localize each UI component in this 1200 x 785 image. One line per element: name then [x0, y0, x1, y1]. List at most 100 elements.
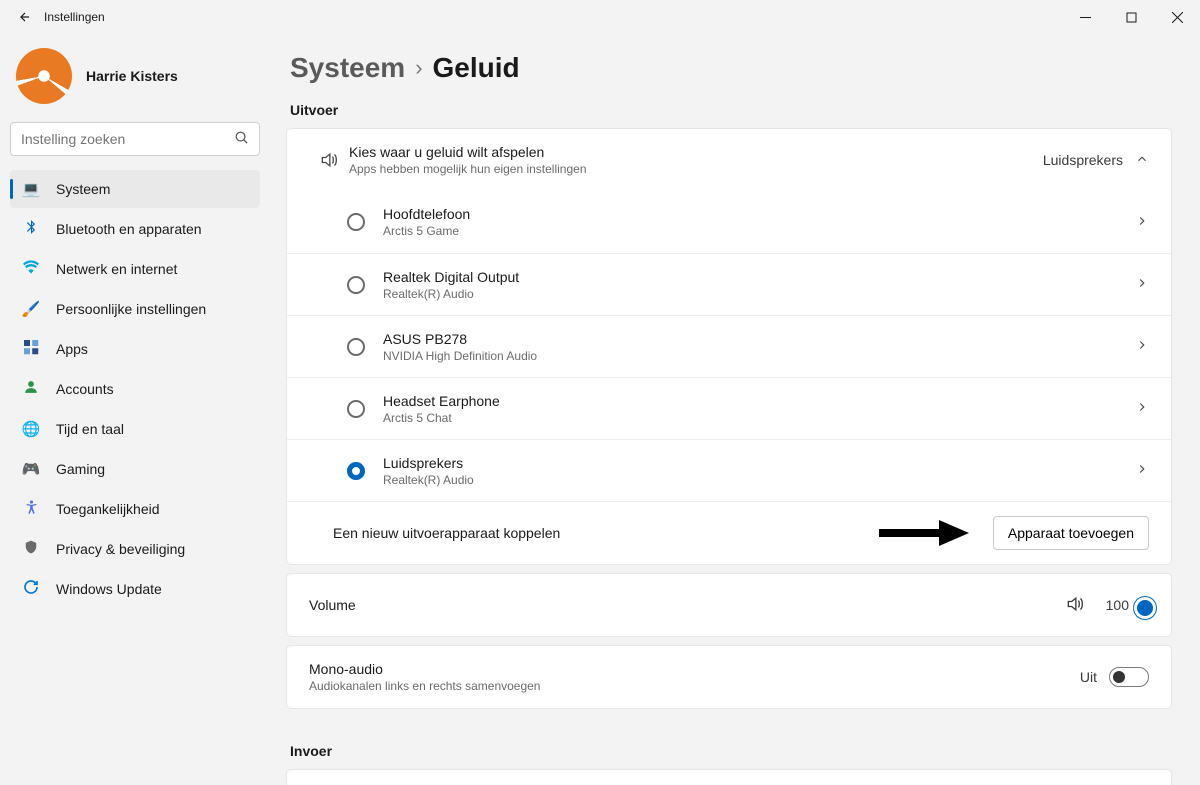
chevron-right-icon: ›	[415, 55, 422, 81]
output-device-list: Hoofdtelefoon Arctis 5 Game Realtek Digi…	[287, 191, 1171, 501]
output-device-card: Kies waar u geluid wilt afspelen Apps he…	[286, 128, 1172, 565]
sidebar-item-label: Bluetooth en apparaten	[56, 221, 202, 237]
input-device-card: Een apparaat kiezen voor spreken of opne…	[286, 769, 1172, 785]
chevron-up-icon	[1135, 152, 1149, 169]
mono-toggle[interactable]	[1109, 667, 1149, 687]
maximize-button[interactable]	[1108, 0, 1154, 34]
mono-audio-row[interactable]: Mono-audio Audiokanalen links en rechts …	[287, 646, 1171, 708]
input-chooser-row[interactable]: Een apparaat kiezen voor spreken of opne…	[287, 770, 1171, 785]
device-name: Headset Earphone	[383, 393, 1135, 409]
chevron-right-icon[interactable]	[1135, 214, 1149, 231]
output-volume-row[interactable]: Volume 100	[287, 574, 1171, 636]
app-title: Instellingen	[44, 10, 105, 24]
brush-icon: 🖌️	[20, 300, 42, 318]
back-button[interactable]	[12, 4, 38, 30]
sidebar-item-label: Apps	[56, 341, 88, 357]
mono-audio-card: Mono-audio Audiokanalen links en rechts …	[286, 645, 1172, 709]
bluetooth-icon	[20, 219, 42, 239]
sidebar-item-label: Gaming	[56, 461, 105, 477]
profile[interactable]: Harrie Kisters	[10, 40, 260, 122]
device-sub: Arctis 5 Game	[383, 224, 1135, 238]
radio-icon[interactable]	[347, 400, 365, 418]
sidebar-item-label: Persoonlijke instellingen	[56, 301, 206, 317]
radio-icon-selected[interactable]	[347, 462, 365, 480]
output-chooser-title: Kies waar u geluid wilt afspelen	[349, 144, 1043, 160]
pair-output-row: Een nieuw uitvoerapparaat koppelen Appar…	[287, 501, 1171, 564]
volume-value: 100	[1095, 597, 1129, 613]
device-sub: NVIDIA High Definition Audio	[383, 349, 1135, 363]
device-sub: Realtek(R) Audio	[383, 473, 1135, 487]
main-content: Systeem › Geluid Uitvoer Kies waar u gel…	[270, 34, 1200, 785]
device-sub: Arctis 5 Chat	[383, 411, 1135, 425]
system-icon: 💻	[20, 180, 42, 198]
breadcrumb: Systeem › Geluid	[286, 52, 1172, 84]
output-volume-card: Volume 100	[286, 573, 1172, 637]
shield-icon	[20, 539, 42, 559]
window-controls	[1062, 0, 1200, 34]
sidebar-item-label: Privacy & beveiliging	[56, 541, 185, 557]
output-device-hoofdtelefoon[interactable]: Hoofdtelefoon Arctis 5 Game	[287, 191, 1171, 253]
sidebar-item-accessibility[interactable]: Toegankelijkheid	[10, 490, 260, 528]
device-name: ASUS PB278	[383, 331, 1135, 347]
accessibility-icon	[20, 499, 42, 519]
sidebar-item-personalization[interactable]: 🖌️ Persoonlijke instellingen	[10, 290, 260, 328]
breadcrumb-page: Geluid	[433, 52, 520, 84]
breadcrumb-section[interactable]: Systeem	[290, 52, 405, 84]
output-device-luidsprekers[interactable]: Luidsprekers Realtek(R) Audio	[287, 439, 1171, 501]
chevron-right-icon[interactable]	[1135, 338, 1149, 355]
sidebar-item-privacy[interactable]: Privacy & beveiliging	[10, 530, 260, 568]
output-chooser-row[interactable]: Kies waar u geluid wilt afspelen Apps he…	[287, 129, 1171, 191]
chevron-right-icon[interactable]	[1135, 276, 1149, 293]
output-chooser-current: Luidsprekers	[1043, 152, 1123, 168]
close-button[interactable]	[1154, 0, 1200, 34]
output-device-headset-earphone[interactable]: Headset Earphone Arctis 5 Chat	[287, 377, 1171, 439]
output-chooser-subtitle: Apps hebben mogelijk hun eigen instellin…	[349, 162, 1043, 176]
output-heading: Uitvoer	[286, 98, 1172, 128]
sidebar-item-update[interactable]: Windows Update	[10, 570, 260, 608]
person-icon	[20, 379, 42, 399]
sidebar-item-label: Toegankelijkheid	[56, 501, 160, 517]
nav: 💻 Systeem Bluetooth en apparaten Netwerk…	[10, 170, 260, 608]
pair-output-label: Een nieuw uitvoerapparaat koppelen	[333, 525, 993, 541]
add-device-button[interactable]: Apparaat toevoegen	[993, 516, 1149, 550]
user-name: Harrie Kisters	[86, 68, 178, 84]
wifi-icon	[20, 260, 42, 278]
sidebar-item-label: Systeem	[56, 181, 110, 197]
sidebar-item-system[interactable]: 💻 Systeem	[10, 170, 260, 208]
speaker-icon[interactable]	[1065, 594, 1085, 617]
sidebar-item-apps[interactable]: Apps	[10, 330, 260, 368]
radio-icon[interactable]	[347, 338, 365, 356]
device-name: Realtek Digital Output	[383, 269, 1135, 285]
device-name: Luidsprekers	[383, 455, 1135, 471]
sidebar-item-network[interactable]: Netwerk en internet	[10, 250, 260, 288]
chevron-right-icon[interactable]	[1135, 400, 1149, 417]
sidebar-item-accounts[interactable]: Accounts	[10, 370, 260, 408]
search-box[interactable]	[10, 122, 260, 156]
search-input[interactable]	[21, 131, 234, 147]
minimize-button[interactable]	[1062, 0, 1108, 34]
gaming-icon: 🎮	[20, 460, 42, 478]
titlebar: Instellingen	[0, 0, 1200, 34]
input-heading: Invoer	[286, 739, 1172, 769]
avatar	[16, 48, 72, 104]
apps-icon	[20, 340, 42, 359]
sidebar-item-time[interactable]: 🌐 Tijd en taal	[10, 410, 260, 448]
sidebar-item-bluetooth[interactable]: Bluetooth en apparaten	[10, 210, 260, 248]
output-device-realtek-digital[interactable]: Realtek Digital Output Realtek(R) Audio	[287, 253, 1171, 315]
output-device-asus-pb278[interactable]: ASUS PB278 NVIDIA High Definition Audio	[287, 315, 1171, 377]
sidebar-item-label: Windows Update	[56, 581, 162, 597]
sidebar-item-gaming[interactable]: 🎮 Gaming	[10, 450, 260, 488]
mono-title: Mono-audio	[309, 661, 1080, 677]
globe-icon: 🌐	[20, 420, 42, 438]
volume-label: Volume	[309, 597, 1065, 613]
speaker-icon	[309, 150, 349, 170]
radio-icon[interactable]	[347, 276, 365, 294]
radio-icon[interactable]	[347, 213, 365, 231]
update-icon	[20, 579, 42, 599]
device-sub: Realtek(R) Audio	[383, 287, 1135, 301]
search-icon	[234, 130, 249, 148]
chevron-right-icon[interactable]	[1135, 462, 1149, 479]
device-name: Hoofdtelefoon	[383, 206, 1135, 222]
sidebar: Harrie Kisters 💻 Systeem Bluetooth en ap…	[0, 34, 270, 785]
sidebar-item-label: Accounts	[56, 381, 114, 397]
